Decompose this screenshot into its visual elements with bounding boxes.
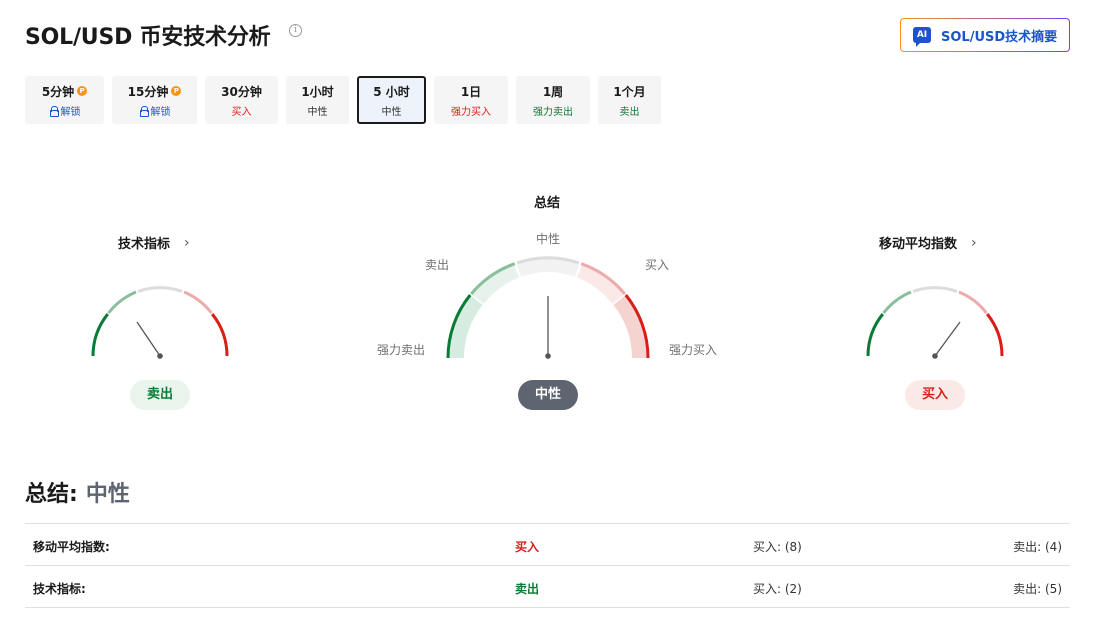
- tab-label: 1个月: [613, 84, 646, 99]
- lock-icon: [139, 105, 149, 117]
- ma-gauge: [866, 286, 1004, 359]
- summary-table: 移动平均指数: 买入 买入: (8) 卖出: (4) 技术指标: 卖出 买入: …: [25, 523, 1070, 608]
- summary-gauge: [446, 256, 650, 359]
- gauge-arc-neutral: [137, 286, 183, 293]
- tab-label: 5 小时: [373, 84, 410, 99]
- gauge-arc-sell: [882, 290, 912, 314]
- tab-status: 买入: [231, 106, 252, 118]
- summary-signal-badge: 中性: [518, 380, 578, 410]
- pro-badge-icon: P: [171, 86, 182, 96]
- info-icon[interactable]: i: [289, 24, 302, 37]
- row-buy-count: 买入: (2): [753, 582, 802, 596]
- gauge-arc-strong-sell: [866, 313, 884, 357]
- gauge-needle: [136, 321, 161, 357]
- row-name: 移动平均指数:: [33, 540, 110, 554]
- gauge-band-neutral: [515, 256, 581, 277]
- chevron-right-icon: ›: [971, 234, 977, 251]
- lock-icon: [49, 105, 59, 117]
- ma-gauge-title[interactable]: 移动平均指数 ›: [879, 233, 977, 253]
- gauge-band-strong-sell: [447, 294, 483, 359]
- tab-status: 中性: [307, 106, 328, 118]
- gauge-arc-strong-buy: [986, 313, 1004, 357]
- gauge-label-neutral: 中性: [536, 232, 561, 246]
- row-sell-count: 卖出: (4): [1013, 540, 1062, 554]
- ai-chat-icon: AI: [913, 27, 931, 47]
- summary-heading-label: 总结:: [25, 482, 78, 507]
- tab-status: 卖出: [619, 106, 640, 118]
- ai-summary-label: SOL/USD技术摘要: [941, 29, 1058, 45]
- gauge-pivot: [932, 353, 938, 359]
- table-row: 技术指标: 卖出 买入: (2) 卖出: (5): [25, 566, 1070, 608]
- timeframe-tabs: 5分钟 P 解锁 15分钟 P 解锁 30分钟 买入 1小时 中性 5 小时 中性 …: [25, 76, 661, 124]
- gauge-needle: [934, 321, 961, 357]
- tab-label: 15分钟: [127, 84, 169, 99]
- tab-label: 1日: [460, 84, 482, 99]
- gauge-pivot: [157, 353, 163, 359]
- technical-gauge-title[interactable]: 技术指标 ›: [118, 233, 190, 253]
- pro-badge-icon: P: [77, 86, 88, 96]
- tab-status: 解锁: [150, 106, 171, 118]
- tab-30min[interactable]: 30分钟 买入: [205, 76, 278, 124]
- summary-heading-value: 中性: [85, 482, 130, 507]
- gauge-arc-sell: [107, 290, 137, 314]
- tab-status: 解锁: [60, 106, 81, 118]
- technical-signal-badge: 卖出: [130, 380, 190, 410]
- tab-1month[interactable]: 1个月 卖出: [598, 76, 661, 124]
- tab-status: 中性: [381, 106, 402, 118]
- row-buy-count: 买入: (8): [753, 540, 802, 554]
- table-row: 移动平均指数: 买入 买入: (8) 卖出: (4): [25, 524, 1070, 566]
- technical-gauge: [91, 286, 229, 359]
- technical-gauge-label: 技术指标: [118, 237, 171, 252]
- row-sell-count: 卖出: (5): [1013, 582, 1062, 596]
- gauge-band-sell: [471, 262, 520, 305]
- tab-label: 30分钟: [221, 84, 262, 99]
- summary-heading: 总结: 中性: [25, 476, 130, 508]
- tab-label: 1小时: [301, 84, 334, 99]
- gauge-band-buy: [576, 262, 625, 305]
- tab-status: 强力买入: [451, 106, 491, 118]
- ai-summary-button[interactable]: AI SOL/USD技术摘要: [900, 18, 1070, 52]
- page-title: SOL/USD 币安技术分析: [25, 25, 271, 50]
- chevron-right-icon: ›: [184, 234, 190, 251]
- gauge-arc-strong-sell: [91, 313, 109, 357]
- row-name: 技术指标:: [33, 582, 86, 596]
- tab-5min[interactable]: 5分钟 P 解锁: [25, 76, 104, 124]
- gauge-arc-neutral: [912, 286, 958, 293]
- ma-gauge-label: 移动平均指数: [879, 237, 958, 252]
- tab-15min[interactable]: 15分钟 P 解锁: [112, 76, 197, 124]
- tab-label: 1周: [542, 84, 564, 99]
- ma-signal-badge: 买入: [905, 380, 965, 410]
- tab-label: 5分钟: [41, 84, 75, 99]
- tab-1hour[interactable]: 1小时 中性: [286, 76, 349, 124]
- tab-status: 强力卖出: [533, 106, 573, 118]
- gauge-arc-buy: [183, 290, 213, 314]
- gauge-pivot: [545, 353, 551, 359]
- tab-1week[interactable]: 1周 强力卖出: [516, 76, 590, 124]
- row-signal: 买入: [515, 540, 540, 554]
- gauge-arc-buy: [958, 290, 988, 314]
- tab-1day[interactable]: 1日 强力买入: [434, 76, 508, 124]
- gauge-arc-strong-buy: [211, 313, 229, 357]
- gauge-band-strong-buy: [613, 294, 649, 359]
- row-signal: 卖出: [515, 582, 540, 596]
- gauge-label-strong-buy: 强力买入: [669, 343, 718, 357]
- summary-gauge-title: 总结: [534, 196, 561, 211]
- gauge-label-strong-sell: 强力卖出: [377, 343, 426, 357]
- tab-5hour[interactable]: 5 小时 中性: [357, 76, 426, 124]
